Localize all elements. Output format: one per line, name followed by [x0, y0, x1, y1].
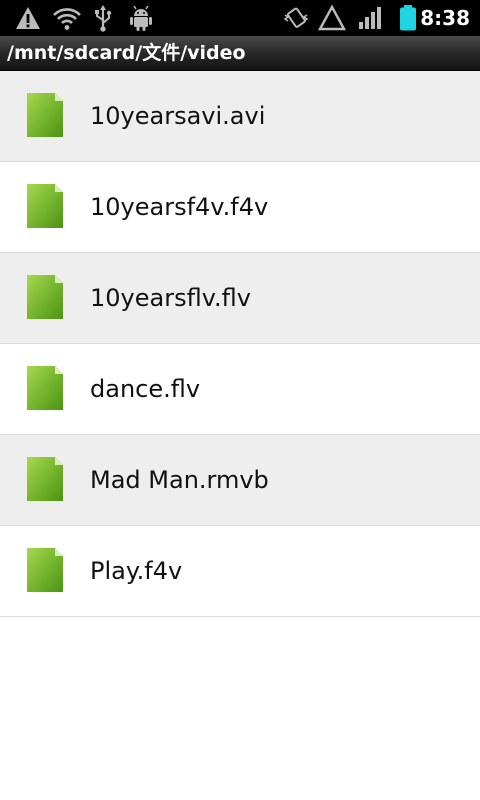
android-debug-icon — [130, 5, 152, 31]
file-icon — [27, 93, 63, 137]
file-list-item[interactable]: 10yearsf4v.f4v — [0, 162, 480, 253]
file-icon — [27, 366, 63, 410]
vibrate-icon — [283, 7, 309, 28]
file-list: 10yearsavi.avi 10yearsf4v.f4v 10yearsflv… — [0, 71, 480, 617]
file-name: 10yearsf4v.f4v — [90, 193, 269, 221]
battery-icon — [400, 5, 416, 31]
file-icon — [27, 457, 63, 501]
signal-icon — [359, 7, 381, 29]
path-bar: /mnt/sdcard/文件/video — [0, 36, 480, 71]
file-icon — [27, 184, 63, 228]
file-icon — [27, 548, 63, 592]
current-path: /mnt/sdcard/文件/video — [7, 42, 246, 64]
file-name: Play.f4v — [90, 557, 183, 585]
file-list-item[interactable]: 10yearsflv.flv — [0, 253, 480, 344]
status-bar: 8:38 — [0, 0, 480, 36]
alert-triangle-icon — [318, 4, 346, 31]
usb-icon — [95, 5, 112, 32]
file-name: 10yearsflv.flv — [90, 284, 251, 312]
file-list-item[interactable]: 10yearsavi.avi — [0, 71, 480, 162]
warning-icon — [16, 7, 40, 29]
wifi-icon — [53, 8, 81, 30]
file-icon — [27, 275, 63, 319]
status-clock: 8:38 — [420, 6, 470, 30]
file-list-item[interactable]: dance.flv — [0, 344, 480, 435]
file-name: 10yearsavi.avi — [90, 102, 266, 130]
file-list-item[interactable]: Play.f4v — [0, 526, 480, 617]
file-name: Mad Man.rmvb — [90, 466, 269, 494]
file-list-item[interactable]: Mad Man.rmvb — [0, 435, 480, 526]
file-name: dance.flv — [90, 375, 201, 403]
